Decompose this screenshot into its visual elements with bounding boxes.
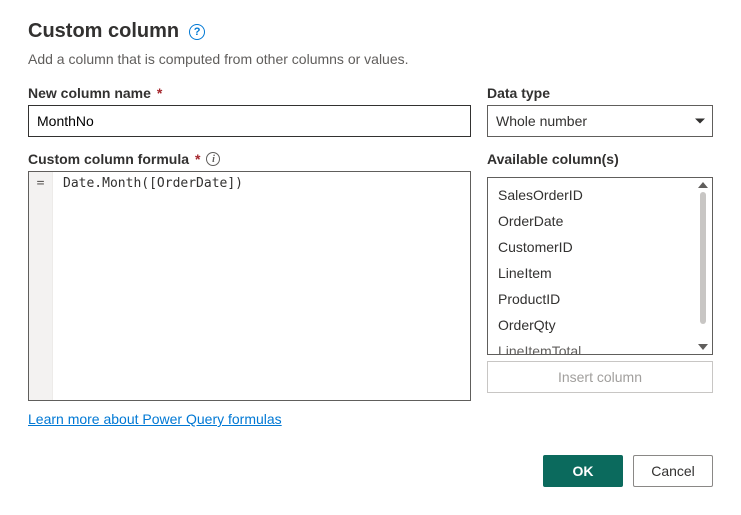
scroll-down-icon[interactable] xyxy=(698,344,708,350)
data-type-label: Data type xyxy=(487,85,713,101)
dialog-title: Custom column xyxy=(28,20,179,43)
formula-editor[interactable]: = Date.Month([OrderDate]) xyxy=(28,171,471,401)
help-icon[interactable]: ? xyxy=(189,24,205,40)
available-columns-label: Available column(s) xyxy=(487,151,713,167)
scrollbar[interactable] xyxy=(696,182,710,350)
list-item[interactable]: CustomerID xyxy=(498,234,712,260)
list-item[interactable]: SalesOrderID xyxy=(498,182,712,208)
list-item[interactable]: OrderQty xyxy=(498,312,712,338)
required-indicator: * xyxy=(157,85,162,101)
list-item[interactable]: OrderDate xyxy=(498,208,712,234)
dialog-subtitle: Add a column that is computed from other… xyxy=(28,51,713,67)
formula-label: Custom column formula * i xyxy=(28,151,471,167)
ok-button[interactable]: OK xyxy=(543,455,623,487)
scroll-up-icon[interactable] xyxy=(698,182,708,188)
list-item[interactable]: ProductID xyxy=(498,286,712,312)
learn-more-link[interactable]: Learn more about Power Query formulas xyxy=(28,411,282,427)
available-columns-list[interactable]: SalesOrderID OrderDate CustomerID LineIt… xyxy=(487,177,713,355)
list-item[interactable]: LineItem xyxy=(498,260,712,286)
formula-gutter: = xyxy=(29,172,53,400)
column-name-input[interactable] xyxy=(28,105,471,137)
cancel-button[interactable]: Cancel xyxy=(633,455,713,487)
chevron-down-icon xyxy=(695,119,705,124)
insert-column-button[interactable]: Insert column xyxy=(487,361,713,393)
scroll-thumb[interactable] xyxy=(700,192,706,324)
required-indicator: * xyxy=(195,151,200,167)
column-name-label: New column name * xyxy=(28,85,471,101)
formula-text[interactable]: Date.Month([OrderDate]) xyxy=(53,172,470,400)
info-icon[interactable]: i xyxy=(206,152,220,166)
list-item[interactable]: LineItemTotal xyxy=(498,338,712,355)
data-type-select[interactable]: Whole number xyxy=(487,105,713,137)
